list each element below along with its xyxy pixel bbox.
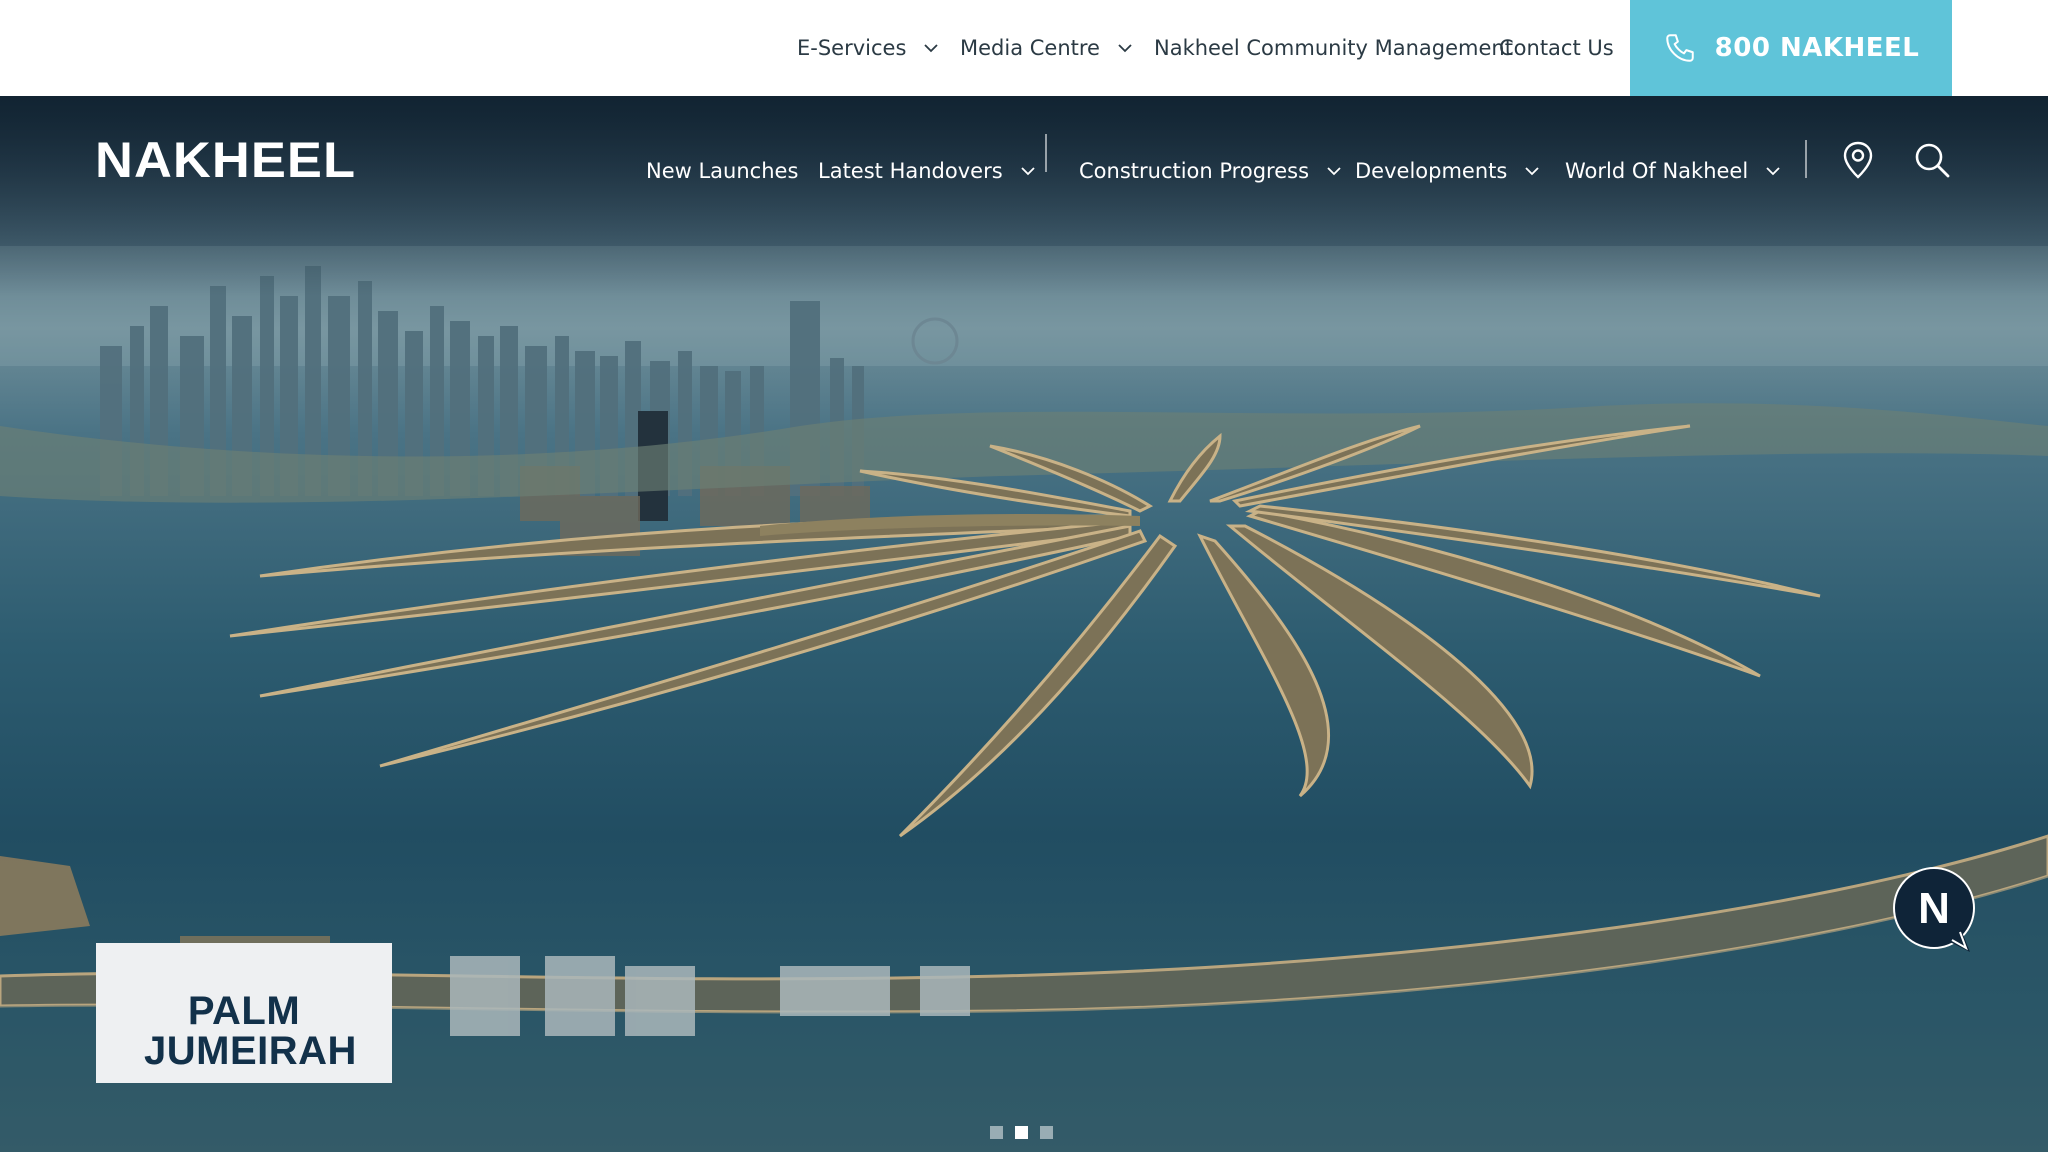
nav-new-launches[interactable]: New Launches (646, 136, 798, 206)
search-icon[interactable] (1912, 140, 1952, 180)
nav-world-of-nakheel-label: World Of Nakheel (1565, 159, 1749, 183)
carousel-dot[interactable] (1040, 1126, 1053, 1139)
topnav-contact-us-label: Contact Us (1499, 36, 1614, 60)
nav-construction-progress-label: Construction Progress (1079, 159, 1310, 183)
nakheel-logo[interactable]: NAKHEEL (95, 132, 356, 188)
carousel-dot[interactable] (990, 1126, 1003, 1139)
nav-latest-handovers[interactable]: Latest Handovers (818, 136, 1035, 206)
chevron-down-icon (1766, 166, 1780, 176)
nav-latest-handovers-label: Latest Handovers (818, 159, 1003, 183)
topnav-community-management[interactable]: Nakheel Community Management (1154, 0, 1513, 96)
chevron-down-icon (1327, 166, 1341, 176)
phone-call-button[interactable]: 800 NAKHEEL (1630, 0, 1952, 96)
topnav-e-services[interactable]: E-Services (797, 0, 939, 96)
chat-assistant-button[interactable]: N (1890, 866, 1978, 954)
phone-number-label: 800 NAKHEEL (1714, 33, 1920, 63)
nav-world-of-nakheel[interactable]: World Of Nakheel (1565, 136, 1780, 206)
topnav-media-centre[interactable]: Media Centre (960, 0, 1132, 96)
nav-construction-progress[interactable]: Construction Progress (1079, 136, 1341, 206)
carousel-dots (990, 1126, 1053, 1139)
top-utility-bar: E-Services Media Centre Nakheel Communit… (0, 0, 2048, 96)
chat-badge-letter: N (1918, 884, 1950, 933)
topnav-e-services-label: E-Services (797, 36, 907, 60)
nav-developments-label: Developments (1355, 159, 1508, 183)
carousel-dot-active[interactable] (1015, 1126, 1028, 1139)
phone-icon (1663, 31, 1697, 65)
nav-developments[interactable]: Developments (1355, 136, 1539, 206)
topnav-media-centre-label: Media Centre (960, 36, 1100, 60)
topnav-contact-us[interactable]: Contact Us (1499, 0, 1614, 96)
map-pin-icon[interactable] (1838, 140, 1878, 180)
development-card-title: PALM JUMEIRAH (144, 989, 357, 1073)
chevron-down-icon (1118, 43, 1132, 53)
nav-divider (1045, 134, 1047, 172)
topnav-community-management-label: Nakheel Community Management (1154, 36, 1513, 60)
chevron-down-icon (1021, 166, 1035, 176)
chevron-down-icon (1525, 166, 1539, 176)
chevron-down-icon (924, 43, 939, 53)
development-card[interactable]: PALM JUMEIRAH (96, 943, 392, 1083)
nav-divider (1805, 140, 1807, 178)
nav-new-launches-label: New Launches (646, 159, 799, 183)
